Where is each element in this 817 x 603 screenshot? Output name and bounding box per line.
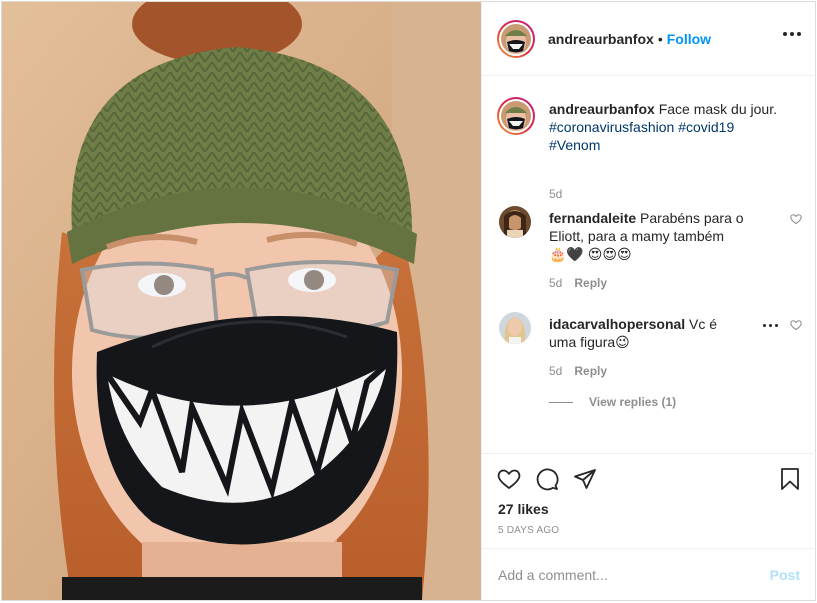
share-icon[interactable] bbox=[573, 467, 597, 494]
post-comment-button[interactable]: Post bbox=[770, 567, 800, 583]
comment-body: fernandaleite Parabéns para o Eliott, pa… bbox=[549, 209, 744, 263]
caption-author-avatar[interactable] bbox=[497, 97, 535, 135]
comment-body: idacarvalhopersonal Vc é uma figura😉 bbox=[549, 315, 744, 351]
view-replies-line bbox=[549, 401, 573, 403]
add-comment-bar: Post bbox=[482, 548, 816, 600]
add-comment-input[interactable] bbox=[498, 563, 748, 587]
author-avatar[interactable] bbox=[497, 19, 535, 58]
commenter-avatar-image bbox=[499, 206, 531, 238]
comment-timestamp: 5d bbox=[549, 364, 563, 378]
author-avatar-image bbox=[501, 23, 531, 54]
instagram-post: andreaurbanfox • Follow andreaurbanfox F… bbox=[1, 1, 816, 601]
separator-dot: • bbox=[657, 30, 663, 47]
heart-icon[interactable] bbox=[497, 467, 521, 494]
commenter-avatar[interactable] bbox=[499, 312, 531, 344]
comments-list[interactable]: andreaurbanfox Face mask du jour. #coron… bbox=[482, 77, 816, 453]
comment-like-heart-icon[interactable] bbox=[790, 213, 802, 228]
hashtag-link[interactable]: #covid19 bbox=[678, 119, 734, 135]
likes-count[interactable]: 27 likes bbox=[498, 501, 549, 517]
comment-options-icon[interactable] bbox=[763, 324, 778, 327]
author-username[interactable]: andreaurbanfox bbox=[548, 31, 654, 47]
hashtag-link[interactable]: #coronavirusfashion bbox=[549, 119, 674, 135]
follow-button[interactable]: Follow bbox=[667, 31, 711, 47]
caption-username[interactable]: andreaurbanfox bbox=[549, 101, 655, 117]
hashtag-link[interactable]: #Venom bbox=[549, 137, 600, 153]
reply-button[interactable]: Reply bbox=[574, 276, 607, 290]
post-actions: 27 likes 5 DAYS AGO bbox=[482, 453, 816, 548]
caption-timestamp: 5d bbox=[549, 187, 563, 201]
comment-meta: 5d Reply bbox=[549, 276, 607, 290]
view-replies-label: View replies (1) bbox=[589, 395, 677, 409]
post-photo[interactable] bbox=[2, 2, 481, 600]
caption-body: andreaurbanfox Face mask du jour. #coron… bbox=[549, 100, 789, 154]
post-date: 5 DAYS AGO bbox=[498, 525, 560, 536]
caption-avatar-image bbox=[501, 101, 531, 131]
comment-username[interactable]: fernandaleite bbox=[549, 210, 636, 226]
post-side-panel: andreaurbanfox • Follow andreaurbanfox F… bbox=[481, 2, 816, 600]
comment-meta: 5d Reply bbox=[549, 364, 607, 378]
commenter-avatar-image bbox=[499, 312, 531, 344]
comment-username[interactable]: idacarvalhopersonal bbox=[549, 316, 685, 332]
more-horizontal-icon[interactable] bbox=[783, 32, 801, 36]
view-replies-button[interactable]: View replies (1) bbox=[549, 395, 676, 409]
action-icons bbox=[497, 467, 597, 494]
comment-icon[interactable] bbox=[535, 467, 559, 494]
commenter-avatar[interactable] bbox=[499, 206, 531, 238]
post-header: andreaurbanfox • Follow bbox=[482, 2, 816, 76]
comment-timestamp: 5d bbox=[549, 276, 563, 290]
comment-like-heart-icon[interactable] bbox=[790, 319, 802, 334]
selfie-image bbox=[2, 2, 481, 600]
caption-text: Face mask du jour. bbox=[654, 101, 777, 117]
reply-button[interactable]: Reply bbox=[574, 364, 607, 378]
bookmark-icon[interactable] bbox=[779, 467, 801, 494]
